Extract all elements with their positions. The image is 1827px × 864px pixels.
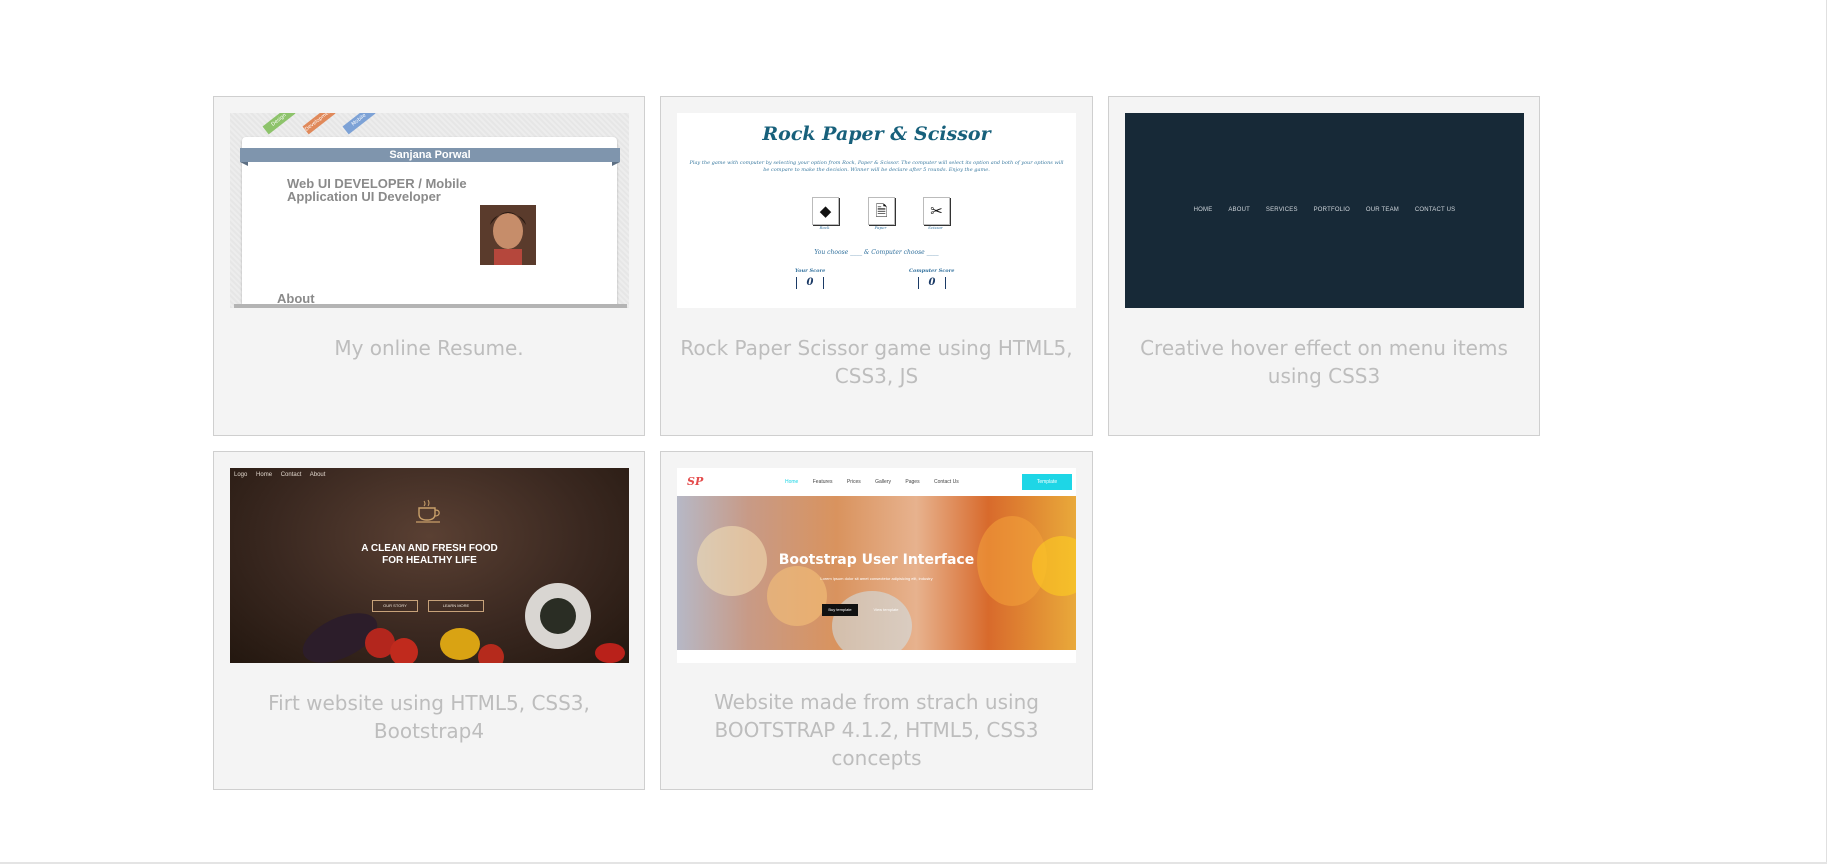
- menu-item: ABOUT: [1228, 207, 1250, 213]
- tomato-decoration: [595, 643, 625, 663]
- hero-title: Bootstrap User Interface: [778, 552, 975, 568]
- buy-template-button: Buy template: [822, 604, 858, 616]
- project-caption: Website made from strach using BOOTSTRAP…: [714, 690, 1039, 770]
- project-card-rock-paper-scissor[interactable]: Rock Paper & Scissor Play the game with …: [660, 96, 1093, 436]
- project-caption: Rock Paper Scissor game using HTML5, CSS…: [680, 336, 1073, 388]
- view-template-button: View template: [873, 607, 899, 612]
- project-thumbnail[interactable]: HOME ABOUT SERVICES PORTFOLIO OUR TEAM C…: [1125, 113, 1524, 308]
- nav-item: About: [309, 472, 326, 478]
- selection-status: You choose ____ & Computer choose ____: [814, 249, 939, 256]
- our-story-button: OUR STORY: [372, 600, 418, 612]
- nav-item: Pages: [905, 479, 920, 485]
- paper-icon: 🗎: [875, 202, 888, 220]
- hero-headline-line: FOR HEALTHY LIFE: [382, 555, 477, 566]
- learn-more-button: LEARN MORE: [428, 600, 484, 612]
- hero-banner: Bootstrap User Interface Lorem ipsum dol…: [677, 496, 1076, 650]
- project-caption: My online Resume.: [334, 336, 524, 360]
- nav-item: Contact: [280, 472, 302, 478]
- project-thumbnail[interactable]: Design Development Mobile Sanjana Porwal…: [230, 113, 629, 308]
- project-card-resume[interactable]: Design Development Mobile Sanjana Porwal…: [213, 96, 645, 436]
- hero-subtitle: Lorem ipsum dolor sit amet consectetur a…: [820, 576, 933, 581]
- rock-choice-button: ◆: [812, 197, 839, 225]
- project-card-food-website[interactable]: Logo Home Contact About A CLEAN AND FRES…: [213, 451, 645, 790]
- project-thumbnail[interactable]: SP Home Features Prices Gallery Pages Co…: [677, 468, 1076, 663]
- project-thumbnail[interactable]: Rock Paper & Scissor Play the game with …: [677, 113, 1076, 308]
- menu-item: PORTFOLIO: [1313, 207, 1350, 213]
- profile-photo: [480, 205, 536, 265]
- scissor-choice-button: ✂: [923, 197, 950, 225]
- demo-logo: SP: [687, 475, 704, 488]
- game-title: Rock Paper & Scissor: [762, 123, 991, 145]
- hero-headline: A CLEAN AND FRESH FOOD FOR HEALTHY LIFE: [230, 543, 629, 567]
- hero-headline-line: A CLEAN AND FRESH FOOD: [361, 543, 498, 554]
- demo-logo: Logo: [234, 472, 248, 478]
- menu-item: CONTACT US: [1414, 207, 1456, 213]
- computer-score-label: Computer Score: [909, 268, 955, 274]
- project-caption: Firt website using HTML5, CSS3, Bootstra…: [268, 691, 590, 743]
- menu-item: SERVICES: [1265, 207, 1298, 213]
- your-score-label: Your Score: [795, 268, 826, 274]
- project-caption: Creative hover effect on menu items usin…: [1140, 336, 1508, 388]
- template-button: Template: [1022, 474, 1072, 490]
- paper-choice-button: 🗎: [868, 197, 895, 225]
- demo-navbar: Logo Home Contact About: [234, 472, 332, 478]
- demo-nav-links: Home Features Prices Gallery Pages Conta…: [785, 479, 972, 485]
- menu-item: HOME: [1193, 207, 1213, 213]
- divider: [234, 304, 627, 308]
- nav-item: Home: [256, 472, 273, 478]
- choice-label: Rock: [819, 225, 830, 230]
- ribbon: Mobile: [342, 113, 376, 135]
- game-description: Play the game with computer by selecting…: [689, 160, 1064, 173]
- nav-item: Features: [812, 479, 833, 485]
- your-score: 0: [796, 277, 824, 289]
- coffee-cup-icon: [416, 499, 440, 523]
- olives-decoration: [540, 598, 576, 634]
- menu-item: OUR TEAM: [1365, 207, 1400, 213]
- scissor-icon: ✂: [930, 202, 943, 220]
- choice-label: Paper: [874, 225, 887, 230]
- demo-menu: HOME ABOUT SERVICES PORTFOLIO OUR TEAM C…: [1125, 207, 1524, 213]
- tomato-decoration: [478, 644, 504, 663]
- nav-item: Gallery: [875, 479, 891, 485]
- bokeh-light: [767, 566, 827, 626]
- pepper-decoration: [440, 628, 480, 660]
- resume-name-banner: Sanjana Porwal: [240, 148, 620, 166]
- project-card-bootstrap-website[interactable]: SP Home Features Prices Gallery Pages Co…: [660, 451, 1093, 790]
- ribbon: Development: [302, 113, 336, 135]
- project-card-hover-menu[interactable]: HOME ABOUT SERVICES PORTFOLIO OUR TEAM C…: [1108, 96, 1540, 436]
- ribbon: Design: [262, 113, 296, 135]
- bokeh-light: [832, 591, 912, 650]
- rock-icon: ◆: [819, 202, 832, 220]
- computer-score: 0: [918, 277, 946, 289]
- nav-item: Prices: [846, 479, 861, 485]
- demo-navbar: SP Home Features Prices Gallery Pages Co…: [677, 468, 1076, 496]
- resume-role: Web UI DEVELOPER / Mobile Application UI…: [287, 176, 467, 204]
- project-thumbnail[interactable]: Logo Home Contact About A CLEAN AND FRES…: [230, 468, 629, 663]
- nav-item: Contact Us: [933, 479, 959, 485]
- nav-item: Home: [785, 479, 799, 485]
- choice-label: Scissor: [928, 225, 943, 230]
- tomato-decoration: [390, 638, 418, 663]
- resume-paper: [242, 137, 617, 305]
